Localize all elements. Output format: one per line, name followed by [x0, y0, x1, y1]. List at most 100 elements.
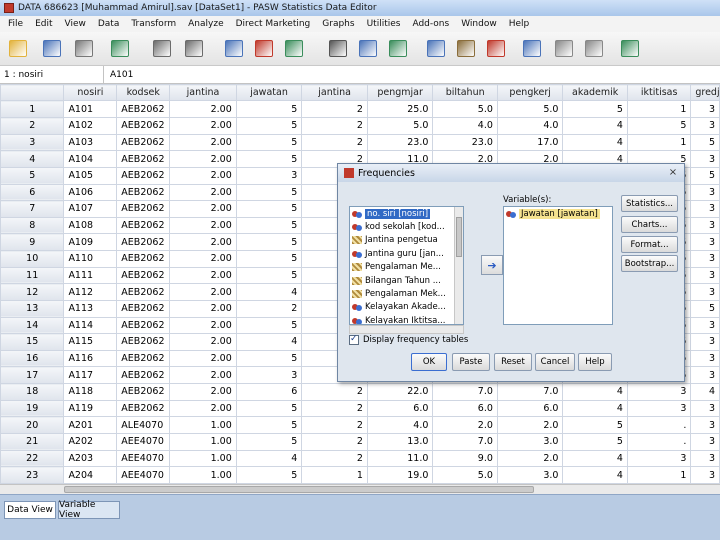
- menu-help[interactable]: Help: [503, 19, 536, 29]
- close-icon[interactable]: ×: [666, 167, 680, 179]
- data-cell[interactable]: 3: [626, 399, 692, 418]
- data-cell[interactable]: 3: [690, 266, 720, 285]
- data-cell[interactable]: 2.00: [169, 283, 237, 301]
- row-number[interactable]: 4: [0, 150, 65, 168]
- data-cell[interactable]: 2: [301, 383, 368, 401]
- menu-view[interactable]: View: [59, 19, 92, 29]
- tab-variable-view[interactable]: Variable View: [58, 500, 120, 520]
- scroll-thumb[interactable]: [64, 486, 534, 493]
- data-cell[interactable]: AEB2062: [116, 183, 171, 202]
- data-cell[interactable]: 3: [626, 449, 692, 468]
- data-cell[interactable]: 2: [301, 416, 368, 434]
- data-cell[interactable]: 2: [235, 299, 303, 318]
- data-cell[interactable]: 6: [235, 383, 303, 401]
- data-cell[interactable]: AEB2062: [116, 100, 171, 119]
- statistics-button[interactable]: Statistics...: [621, 195, 678, 212]
- source-list-horizontal-scrollbar[interactable]: [349, 325, 464, 334]
- goto-variable-icon[interactable]: [252, 38, 276, 60]
- data-cell[interactable]: 2.00: [169, 233, 237, 252]
- data-cell[interactable]: A203: [63, 449, 118, 468]
- data-cell[interactable]: 2: [301, 100, 368, 119]
- data-cell[interactable]: 5: [626, 117, 692, 135]
- data-cell[interactable]: 5: [690, 133, 720, 152]
- row-number[interactable]: 6: [0, 183, 65, 202]
- data-cell[interactable]: AEB2062: [116, 316, 171, 335]
- data-cell[interactable]: 13.0: [366, 432, 434, 451]
- data-cell[interactable]: 3.0: [496, 466, 564, 484]
- data-cell[interactable]: .: [626, 416, 692, 434]
- data-cell[interactable]: A110: [63, 250, 118, 268]
- data-cell[interactable]: 17.0: [496, 133, 564, 152]
- data-cell[interactable]: AEB2062: [116, 333, 171, 351]
- data-cell[interactable]: 6.0: [366, 399, 434, 418]
- data-cell[interactable]: 2.00: [169, 399, 237, 418]
- data-cell[interactable]: A101: [63, 100, 118, 119]
- data-cell[interactable]: 1.00: [169, 416, 237, 434]
- data-cell[interactable]: 3: [690, 233, 720, 252]
- data-cell[interactable]: A107: [63, 200, 118, 218]
- data-cell[interactable]: 3: [690, 117, 720, 135]
- data-cell[interactable]: 2.00: [169, 349, 237, 368]
- data-cell[interactable]: 1: [301, 466, 368, 484]
- data-cell[interactable]: 23.0: [432, 133, 498, 152]
- row-number[interactable]: 10: [0, 250, 65, 268]
- data-cell[interactable]: 7.0: [432, 383, 498, 401]
- dialog-recall-icon[interactable]: [108, 38, 132, 60]
- data-cell[interactable]: 4: [235, 333, 303, 351]
- row-number[interactable]: 21: [0, 432, 65, 451]
- data-cell[interactable]: 2.00: [169, 133, 237, 152]
- data-cell[interactable]: 4.0: [432, 117, 498, 135]
- data-cell[interactable]: 5: [235, 432, 303, 451]
- data-cell[interactable]: A119: [63, 399, 118, 418]
- data-cell[interactable]: 1.00: [169, 466, 237, 484]
- data-cell[interactable]: 5: [235, 349, 303, 368]
- data-cell[interactable]: 4: [562, 383, 628, 401]
- data-cell[interactable]: 2: [301, 117, 368, 135]
- data-cell[interactable]: 5: [235, 416, 303, 434]
- tab-data-view[interactable]: Data View: [4, 501, 56, 519]
- data-cell[interactable]: 3: [690, 250, 720, 268]
- column-header[interactable]: nosiri: [63, 83, 118, 102]
- data-cell[interactable]: A104: [63, 150, 118, 168]
- data-cell[interactable]: 2.00: [169, 299, 237, 318]
- redo-icon[interactable]: [182, 38, 206, 60]
- data-cell[interactable]: 5: [235, 133, 303, 152]
- data-cell[interactable]: 1: [626, 466, 692, 484]
- scroll-thumb[interactable]: [456, 217, 462, 257]
- data-cell[interactable]: 5: [562, 432, 628, 451]
- data-cell[interactable]: 5: [235, 399, 303, 418]
- data-cell[interactable]: A108: [63, 216, 118, 235]
- data-cell[interactable]: 11.0: [366, 449, 434, 468]
- data-cell[interactable]: AEB2062: [116, 250, 171, 268]
- row-number[interactable]: 8: [0, 216, 65, 235]
- row-number[interactable]: 16: [0, 349, 65, 368]
- data-cell[interactable]: 5: [235, 100, 303, 119]
- data-cell[interactable]: 3.0: [496, 432, 564, 451]
- column-header[interactable]: jawatan: [235, 83, 303, 102]
- row-number[interactable]: 20: [0, 416, 65, 434]
- data-cell[interactable]: A112: [63, 283, 118, 301]
- data-cell[interactable]: 5.0: [496, 100, 564, 119]
- data-cell[interactable]: 4: [235, 449, 303, 468]
- source-list-item[interactable]: Kelayakan Akade...: [350, 301, 463, 314]
- data-cell[interactable]: 3: [690, 399, 720, 418]
- data-cell[interactable]: 6.0: [496, 399, 564, 418]
- undo-icon[interactable]: [150, 38, 174, 60]
- row-number[interactable]: 1: [0, 100, 65, 119]
- data-cell[interactable]: 3: [690, 200, 720, 218]
- data-cell[interactable]: A204: [63, 466, 118, 484]
- data-cell[interactable]: 5: [690, 166, 720, 185]
- row-number[interactable]: 23: [0, 466, 65, 484]
- data-cell[interactable]: 2.0: [496, 416, 564, 434]
- data-cell[interactable]: 5: [562, 416, 628, 434]
- data-cell[interactable]: AEE4070: [116, 449, 171, 468]
- data-cell[interactable]: 2: [301, 432, 368, 451]
- data-cell[interactable]: 4: [562, 133, 628, 152]
- data-cell[interactable]: 5: [235, 250, 303, 268]
- data-cell[interactable]: 2.00: [169, 316, 237, 335]
- data-cell[interactable]: 1.00: [169, 432, 237, 451]
- data-cell[interactable]: 5.0: [432, 466, 498, 484]
- data-cell[interactable]: AEB2062: [116, 383, 171, 401]
- source-list-item[interactable]: Kelayakan Iktitsa...: [350, 314, 463, 324]
- data-cell[interactable]: 5: [690, 299, 720, 318]
